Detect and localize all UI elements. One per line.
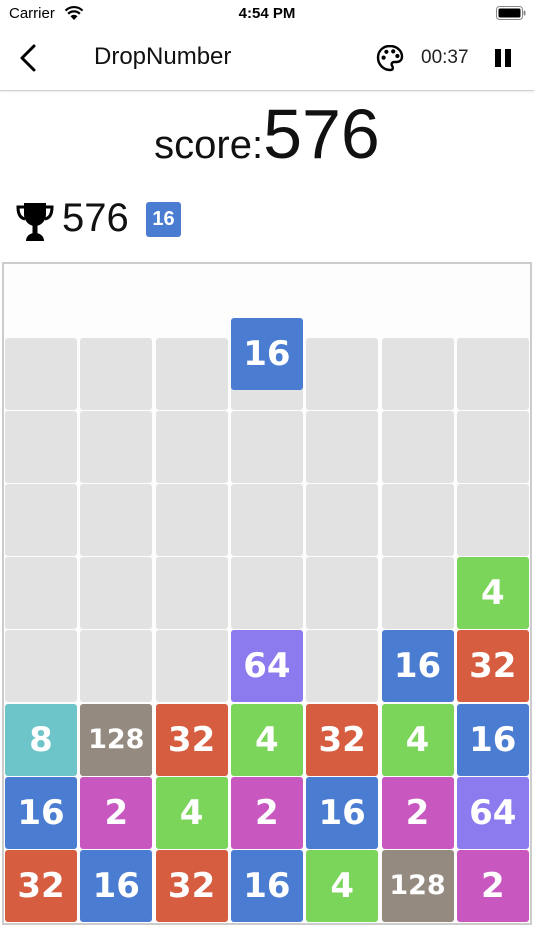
- tile-128: 128: [80, 703, 153, 776]
- board-cell-empty: [456, 484, 529, 557]
- score-value: 576: [263, 95, 380, 173]
- tile-2: 2: [230, 776, 303, 849]
- pause-icon-bar-right: [505, 49, 511, 67]
- board-cell-empty: [155, 557, 228, 630]
- board-cell-empty: [5, 557, 77, 630]
- board-cell-empty: [456, 338, 529, 410]
- board-cell-empty: [456, 411, 529, 484]
- status-bar: Carrier 4:54 PM: [0, 0, 534, 28]
- board-cell-empty: [306, 630, 379, 703]
- dropping-tile[interactable]: 16: [230, 318, 303, 390]
- tile-4: 4: [381, 703, 454, 776]
- board-cell-empty: [80, 411, 153, 484]
- score-row: score:576: [0, 94, 534, 180]
- tile-2: 2: [381, 776, 454, 849]
- board-cell-empty: [5, 338, 77, 410]
- board-cell-empty: [306, 411, 379, 484]
- board-cell-empty: [80, 557, 153, 630]
- board-cell-empty: [381, 484, 454, 557]
- tile-4: 4: [306, 849, 379, 922]
- page-title: DropNumber: [94, 43, 232, 70]
- tile-128: 128: [381, 849, 454, 922]
- tile-2: 2: [456, 849, 529, 922]
- tile-32: 32: [155, 849, 228, 922]
- board-cell-empty: [5, 484, 77, 557]
- board-cell-empty: [230, 411, 303, 484]
- pause-icon-bar-left: [495, 49, 501, 67]
- tile-16: 16: [456, 703, 529, 776]
- tile-16: 16: [80, 849, 153, 922]
- tile-4: 4: [456, 557, 529, 630]
- tile-16: 16: [230, 849, 303, 922]
- tile-32: 32: [5, 849, 77, 922]
- palette-icon[interactable]: [375, 43, 405, 73]
- tile-16: 16: [5, 776, 77, 849]
- tile-4: 4: [230, 703, 303, 776]
- board-cell-empty: [306, 338, 379, 410]
- tile-64: 64: [230, 630, 303, 703]
- timer: 00:37: [421, 47, 469, 68]
- board-cell-empty: [230, 557, 303, 630]
- board-cell-empty: [306, 484, 379, 557]
- nav-bar: DropNumber 00:37: [0, 28, 534, 91]
- tile-16: 16: [381, 630, 454, 703]
- game-board[interactable]: 4 64 16 32 8 128 32 4 32 4 16 16 2 4 2 16 2 64 32 16 32 16 4 12…: [2, 262, 532, 925]
- tile-32: 32: [456, 630, 529, 703]
- score-label: score:: [154, 123, 264, 167]
- board-cell-empty: [155, 484, 228, 557]
- board-cell-empty: [381, 338, 454, 410]
- tile-8: 8: [5, 703, 77, 776]
- board-cell-empty: [381, 557, 454, 630]
- board-cell-empty: [155, 411, 228, 484]
- board-cell-empty: [80, 630, 153, 703]
- back-button[interactable]: [14, 42, 44, 74]
- board-cell-empty: [155, 338, 228, 410]
- board-cell-empty: [5, 411, 77, 484]
- board-cell-empty: [306, 557, 379, 630]
- board-cell-empty: [80, 338, 153, 410]
- tile-4: 4: [155, 776, 228, 849]
- tile-32: 32: [155, 703, 228, 776]
- status-time: 4:54 PM: [238, 5, 296, 22]
- trophy-icon: [16, 203, 54, 241]
- pause-button[interactable]: [488, 44, 518, 74]
- board-cell-empty: [381, 411, 454, 484]
- board-cell-empty: [155, 630, 228, 703]
- board-cell-empty: [5, 630, 77, 703]
- tile-16: 16: [306, 776, 379, 849]
- best-score: 576: [62, 196, 129, 240]
- board-cell-empty: [80, 484, 153, 557]
- tile-64: 64: [456, 776, 529, 849]
- tile-2: 2: [80, 776, 153, 849]
- best-tile: 16: [146, 202, 181, 237]
- battery-icon: [496, 6, 526, 20]
- board-cell-empty: [230, 484, 303, 557]
- tile-32: 32: [306, 703, 379, 776]
